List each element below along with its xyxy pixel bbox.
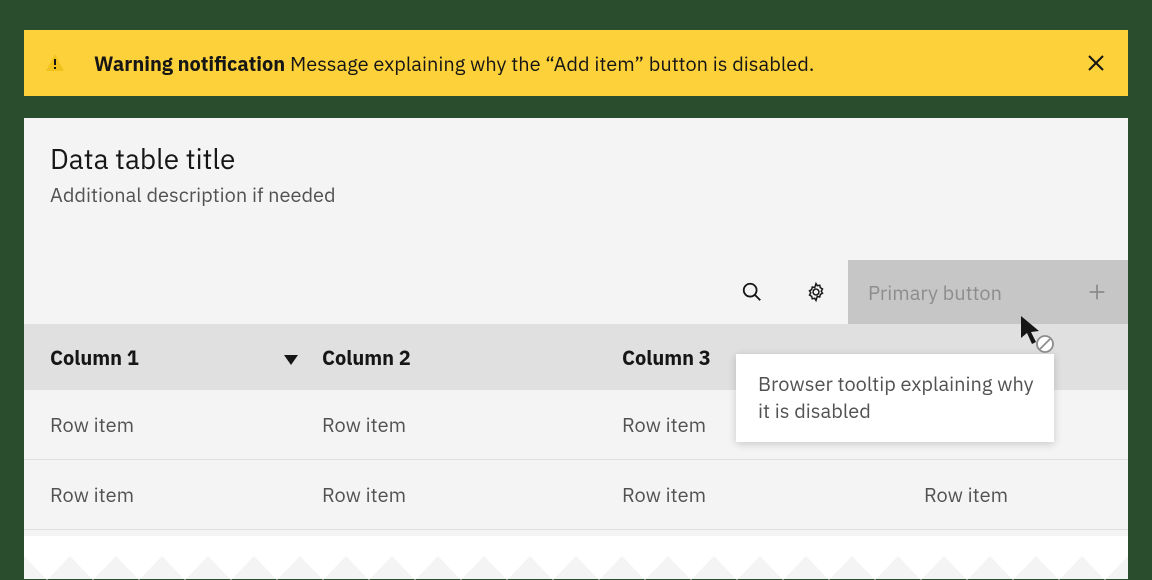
sort-desc-icon — [284, 344, 298, 371]
column-header-1-label: Column 1 — [50, 344, 139, 371]
card-header: Data table title Additional description … — [24, 118, 1128, 218]
close-button[interactable] — [1084, 51, 1108, 75]
gear-icon — [805, 281, 827, 303]
cell: Row item — [322, 481, 622, 508]
notification-text: Warning notification Message explaining … — [94, 50, 814, 77]
add-icon — [1086, 281, 1108, 303]
data-table-card: Data table title Additional description … — [24, 118, 1128, 579]
column-header-2-label: Column 2 — [322, 344, 411, 371]
warning-notification: Warning notification Message explaining … — [24, 30, 1128, 96]
table-toolbar: Primary button — [24, 260, 1128, 324]
table-description: Additional description if needed — [50, 181, 1102, 208]
cell: Row item — [924, 481, 1128, 508]
settings-button[interactable] — [784, 260, 848, 324]
primary-button-label: Primary button — [868, 279, 1002, 306]
column-header-2[interactable]: Column 2 — [322, 344, 622, 371]
warning-icon — [44, 52, 66, 74]
notification-message: Message explaining why the “Add item” bu… — [290, 50, 814, 77]
column-header-3-label: Column 3 — [622, 344, 711, 371]
column-header-1[interactable]: Column 1 — [24, 344, 322, 371]
disabled-tooltip: Browser tooltip explaining why it is dis… — [736, 354, 1054, 442]
search-icon — [741, 281, 763, 303]
table-title: Data table title — [50, 140, 1102, 177]
close-icon — [1086, 53, 1106, 73]
cell: Row item — [322, 411, 622, 438]
tooltip-text: Browser tooltip explaining why it is dis… — [758, 370, 1034, 424]
cell: Row item — [622, 481, 924, 508]
search-button[interactable] — [720, 260, 784, 324]
cell: Row item — [24, 411, 322, 438]
table-row: Row item Row item Row item Row item — [24, 460, 1128, 530]
primary-button[interactable]: Primary button — [848, 260, 1128, 324]
cell: Row item — [24, 481, 322, 508]
notification-title: Warning notification — [94, 50, 285, 77]
